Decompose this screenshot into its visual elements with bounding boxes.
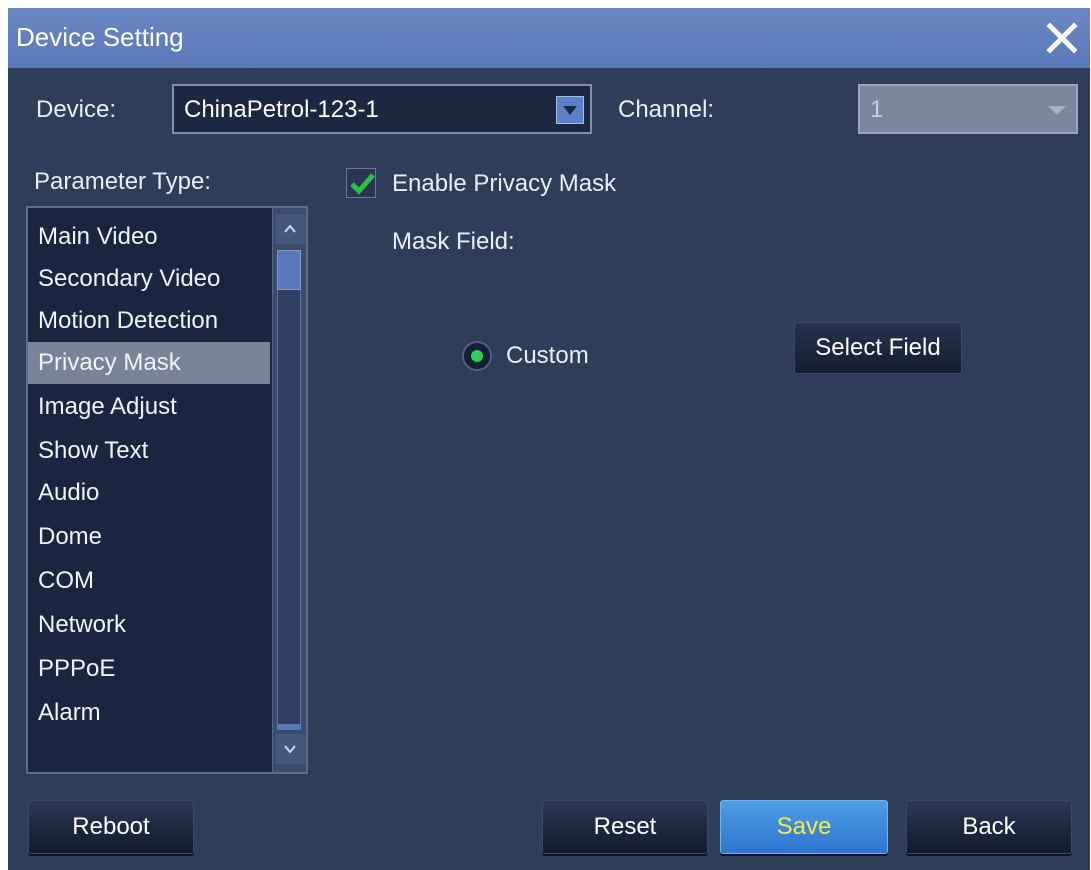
device-value: ChinaPetrol-123-1 [184,96,379,123]
enable-privacy-checkbox[interactable] [346,168,376,198]
list-item[interactable]: Secondary Video [28,258,270,300]
scroll-track[interactable] [277,290,301,728]
radio-dot-icon [471,350,483,362]
title-bar: Device Setting [8,8,1090,68]
device-label: Device: [36,96,117,123]
reset-button[interactable]: Reset [542,800,708,854]
channel-label: Channel: [618,96,715,123]
parameter-type-list[interactable]: Main Video Secondary Video Motion Detect… [26,206,308,774]
enable-privacy-label: Enable Privacy Mask [392,170,617,197]
reboot-button[interactable]: Reboot [28,800,194,854]
window-title: Device Setting [16,22,184,52]
scroll-up-icon[interactable] [275,214,305,244]
list-item[interactable]: Dome [28,516,270,558]
back-button[interactable]: Back [906,800,1072,854]
save-button[interactable]: Save [720,800,888,854]
custom-radio[interactable] [462,341,492,371]
list-item[interactable]: COM [28,560,270,602]
list-item[interactable]: Network [28,604,270,646]
channel-value: 1 [870,96,884,123]
list-item[interactable]: Image Adjust [28,386,270,428]
close-icon[interactable] [1042,16,1082,60]
list-item[interactable]: Main Video [28,216,270,258]
channel-select: 1 [858,84,1078,134]
list-item[interactable]: PPPoE [28,648,270,690]
list-item[interactable]: Motion Detection [28,300,270,342]
dropdown-arrow-icon[interactable] [556,96,584,124]
device-setting-dialog: Device Setting Device: ChinaPetrol-123-1… [8,8,1090,870]
list-item[interactable]: Show Text [28,430,270,472]
scroll-track-end [277,724,301,730]
list-scrollbar[interactable] [272,208,306,772]
list-item[interactable]: Audio [28,472,270,514]
custom-label: Custom [506,342,589,369]
select-field-button[interactable]: Select Field [794,322,962,374]
list-item-selected[interactable]: Privacy Mask [28,342,270,384]
chevron-down-icon [1048,106,1066,115]
list-item[interactable]: Alarm [28,692,270,734]
mask-field-label: Mask Field: [392,228,515,255]
scroll-down-icon[interactable] [275,734,305,764]
checkmark-icon [350,173,375,195]
device-select[interactable]: ChinaPetrol-123-1 [172,84,592,134]
parameter-type-label: Parameter Type: [34,168,211,195]
scroll-thumb[interactable] [277,250,301,290]
